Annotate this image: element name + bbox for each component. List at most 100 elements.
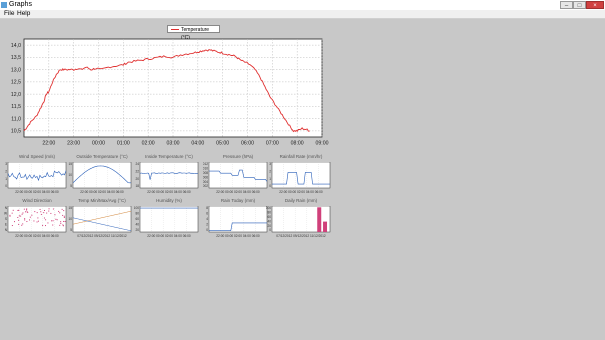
mini-chart-title: Wind Direction xyxy=(22,198,52,203)
mini-scatter-point xyxy=(62,225,64,227)
y-tick-label: 13,5 xyxy=(11,55,21,61)
mini-plot-area xyxy=(7,206,67,233)
mini-x-labels: 22:00 00:00 02:00 04:00 06:00 xyxy=(147,190,191,194)
mini-scatter-point xyxy=(33,220,35,222)
mini-y-tick: 80 xyxy=(135,212,139,216)
mini-scatter-point xyxy=(52,224,54,226)
mini-y-tick: 18 xyxy=(135,184,139,188)
mini-y-tick: 20 xyxy=(135,228,139,232)
y-tick-label: 10,5 xyxy=(11,129,21,135)
mini-bar xyxy=(323,221,328,232)
mini-y-tick: 0 xyxy=(206,228,208,232)
legend-swatch xyxy=(171,29,179,30)
menu-file[interactable]: File xyxy=(4,10,14,18)
mini-y-tick: 22 xyxy=(135,170,139,174)
x-tick-label: 23:00 xyxy=(67,141,80,147)
mini-x-labels: 22:00 00:00 02:00 04:00 06:00 xyxy=(279,190,323,194)
x-tick-label: 05:00 xyxy=(216,141,229,147)
mini-scatter-point xyxy=(52,208,54,210)
mini-y-tick: 5 xyxy=(70,184,72,188)
mini-scatter-point xyxy=(40,211,42,213)
mini-x-labels: 22:00 00:00 02:00 04:00 06:00 xyxy=(15,190,59,194)
minimize-button[interactable]: – xyxy=(560,1,573,9)
mini-scatter-point xyxy=(11,212,13,214)
mini-y-tick: 100 xyxy=(266,206,271,210)
mini-y-tick: 3 xyxy=(269,162,271,166)
mini-y-tick: 6 xyxy=(206,212,208,216)
y-tick-label: 12,0 xyxy=(11,92,21,98)
mini-chart[interactable]: 321022:00 00:00 02:00 04:00 06:00 xyxy=(266,162,334,198)
window-title: Graphs xyxy=(9,1,32,8)
mini-chart[interactable]: 15 10 5 07/12/2012 09/12/2012 11/12/2012 xyxy=(67,206,135,242)
close-button[interactable]: × xyxy=(586,1,604,9)
mini-y-tick: 2 xyxy=(5,170,7,174)
mini-scatter-point xyxy=(63,210,65,212)
x-tick-label: 22:00 xyxy=(42,141,55,147)
mini-chart[interactable]: 15 10 5 22:00 00:00 02:00 04:00 06:00 xyxy=(67,162,135,198)
mini-scatter-point xyxy=(18,219,20,221)
mini-scatter-point xyxy=(34,211,36,213)
mini-chart[interactable]: 100806040200 07/12/2012 09/12/2012 11/12/… xyxy=(266,206,334,242)
mini-y-tick: 60 xyxy=(135,217,139,221)
x-tick-label: 03:00 xyxy=(167,141,180,147)
mini-scatter-point xyxy=(24,219,26,221)
mini-y-tick: 24 xyxy=(135,162,139,166)
mini-scatter-point xyxy=(63,216,65,218)
mini-scatter-point xyxy=(21,224,23,226)
mini-plot-area xyxy=(72,206,132,233)
mini-chart-title: Wind Speed (m/s) xyxy=(18,154,55,159)
mini-scatter-point xyxy=(11,225,13,227)
y-tick-label: 11,5 xyxy=(11,104,21,110)
x-tick-label: 08:00 xyxy=(291,141,304,147)
mini-chart[interactable]: NWSEN22:00 00:00 02:00 04:00 06:00 xyxy=(2,206,70,242)
mini-chart[interactable]: 100 8060 4020 22:00 00:00 02:00 04:00 06:00 xyxy=(134,206,202,242)
mini-scatter-point xyxy=(12,209,14,211)
mini-plot-area xyxy=(271,206,331,233)
mini-scatter-point xyxy=(64,220,66,222)
mini-y-tick: 40 xyxy=(135,223,139,227)
mini-y-tick: 20 xyxy=(267,224,271,228)
mini-scatter-point xyxy=(47,222,49,224)
mini-chart[interactable]: 24 22 20 18 22:00 00:00 02:00 04:00 06:00 xyxy=(134,162,202,198)
mini-y-tick: 10 xyxy=(68,217,72,221)
mini-y-tick: 2 xyxy=(206,223,208,227)
mini-scatter-point xyxy=(36,221,38,223)
mini-y-tick: 1006 xyxy=(203,175,208,179)
mini-y-tick: S xyxy=(5,217,7,221)
mini-y-tick: 8 xyxy=(206,206,208,210)
mini-x-labels: 07/12/2012 09/12/2012 11/12/2012 xyxy=(77,234,127,238)
mini-scatter-point xyxy=(36,212,38,214)
mini-y-tick: 1008 xyxy=(203,171,208,175)
mini-scatter-point xyxy=(18,215,20,217)
mini-chart-title: Inside Temperature (°C) xyxy=(145,154,193,159)
mini-scatter-point xyxy=(48,208,50,210)
mini-scatter-point xyxy=(63,220,65,222)
mini-x-labels: 22:00 00:00 02:00 04:00 06:00 xyxy=(147,234,191,238)
mini-scatter-point xyxy=(63,215,65,217)
menu-bar: File Help xyxy=(0,10,605,19)
mini-y-tick: 2 xyxy=(269,170,271,174)
mini-chart[interactable]: 321022:00 00:00 02:00 04:00 06:00 xyxy=(2,162,70,198)
mini-scatter-point xyxy=(29,219,31,221)
mini-chart-title: Rainfall Rate (mm/hr) xyxy=(279,154,323,159)
x-tick-label: 09:00 xyxy=(316,141,329,147)
menu-help[interactable]: Help xyxy=(17,10,30,18)
mini-chart[interactable]: 8642022:00 00:00 02:00 04:00 06:00 xyxy=(203,206,271,242)
mini-scatter-point xyxy=(39,208,41,210)
mini-y-tick: 0 xyxy=(5,184,7,188)
mini-scatter-point xyxy=(9,215,11,217)
mini-chart[interactable]: 101210101008100610041002 22:00 00:00 02:0… xyxy=(203,162,271,198)
x-tick-label: 00:00 xyxy=(92,141,105,147)
maximize-button[interactable]: □ xyxy=(573,1,586,9)
temperature-series-line xyxy=(23,48,310,133)
mini-bar xyxy=(317,207,322,232)
chart-legend: Temperature (°C) xyxy=(167,25,220,41)
mini-chart-title: Humidity (%) xyxy=(156,198,182,203)
mini-y-tick: 0 xyxy=(269,184,271,188)
mini-scatter-point xyxy=(61,208,63,210)
mini-scatter-point xyxy=(18,223,20,225)
mini-chart-title: Daily Rain (mm) xyxy=(284,198,318,203)
y-tick-label: 12,5 xyxy=(11,80,21,86)
mini-y-tick: 100 xyxy=(134,206,139,210)
mini-scatter-point xyxy=(62,214,64,216)
